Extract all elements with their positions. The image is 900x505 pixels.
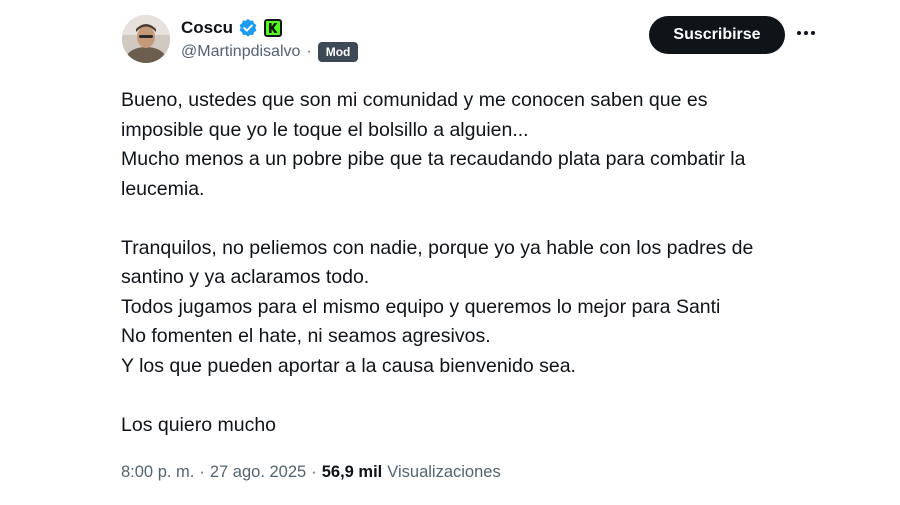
avatar[interactable] xyxy=(122,15,170,63)
tweet-line: Mucho menos a un pobre pibe que ta recau… xyxy=(121,148,746,170)
subscribe-button[interactable]: Suscribirse xyxy=(649,16,785,54)
verified-check-icon[interactable] xyxy=(238,18,258,38)
avatar-photo xyxy=(122,15,170,63)
tweet-line: Tranquilos, no peliemos con nadie, porqu… xyxy=(121,236,754,259)
tweet-line: Los quiero mucho xyxy=(121,413,277,436)
tweet-line: Y los que pueden aportar a la causa bien… xyxy=(121,354,576,377)
meta-separator: · xyxy=(199,462,205,481)
views-label: Visualizaciones xyxy=(387,462,501,481)
mod-badge: Mod xyxy=(317,42,359,62)
tweet-blank-line xyxy=(121,381,841,411)
tweet-line: Todos jugamos para el mismo equipo y que… xyxy=(121,295,721,318)
tweet-date[interactable]: 27 ago. 2025 xyxy=(210,463,306,482)
author-handle[interactable]: @Martinpdisalvo xyxy=(181,43,300,61)
tweet-line: leucemia. xyxy=(121,177,205,200)
tweet-line: imposible que yo le toque el bolsillo a … xyxy=(121,118,529,141)
tweet-card: Coscu @Martinpdisalvo · Mod Suscribirse xyxy=(0,0,900,505)
tweet-line: No fomenten el hate, ni seamos agresivos… xyxy=(121,325,491,347)
display-name[interactable]: Coscu xyxy=(181,18,233,38)
handle-separator: · xyxy=(306,43,312,60)
tweet-blank-line xyxy=(121,204,841,234)
author-handle-row: @Martinpdisalvo · Mod xyxy=(181,41,359,63)
k-badge-icon[interactable] xyxy=(263,18,283,38)
views-count[interactable]: 56,9 mil xyxy=(322,463,383,482)
tweet-line: Bueno, ustedes que son mi comunidad y me… xyxy=(121,89,708,111)
tweet-text: Bueno, ustedes que son mi comunidad y me… xyxy=(121,86,841,440)
tweet-line: santino y ya aclaramos todo. xyxy=(121,266,370,288)
author-name-row: Coscu xyxy=(181,16,283,40)
tweet-time[interactable]: 8:00 p. m. xyxy=(121,463,194,482)
meta-separator: · xyxy=(311,462,317,481)
tweet-meta: 8:00 p. m. · 27 ago. 2025 · 56,9 mil Vis… xyxy=(121,460,501,484)
more-horizontal-icon[interactable] xyxy=(795,22,817,44)
